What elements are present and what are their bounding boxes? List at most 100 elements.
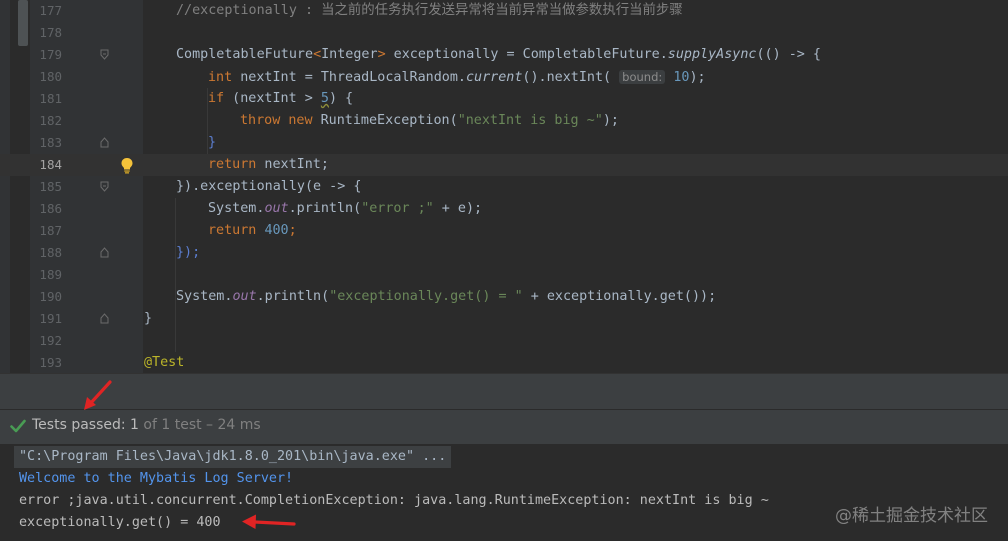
annotation-arrow-icon (242, 514, 296, 529)
code-line[interactable]: 177 //exceptionally : 当之前的任务执行发送异常将当前异常当… (0, 0, 1008, 22)
line-number: 192 (39, 333, 62, 348)
code-token: + e); (433, 201, 483, 216)
code-token: }); (176, 245, 201, 260)
fold-collapse-icon[interactable] (100, 49, 109, 60)
code-token: return (208, 157, 257, 172)
code-token: System. (176, 289, 233, 304)
code-token: > (377, 47, 386, 62)
code-token: } (144, 311, 153, 326)
line-number: 191 (39, 311, 62, 326)
code-line[interactable]: 181 if (nextInt > 5) { (0, 88, 1008, 110)
code-token: throw (240, 113, 281, 128)
code-token: ); (602, 113, 619, 128)
line-number: 188 (39, 245, 62, 260)
code-token: supplyAsync (667, 47, 757, 62)
line-number: 182 (39, 113, 62, 128)
panel-divider[interactable] (0, 373, 1008, 410)
parameter-hint: bound: (619, 70, 666, 84)
code-token: current (465, 70, 523, 85)
test-status-bar: Tests passed: 1 of 1 test – 24 ms (0, 409, 1008, 444)
test-status-detail: of 1 test – 24 ms (138, 417, 261, 433)
code-line[interactable]: 180 int nextInt = ThreadLocalRandom.curr… (0, 66, 1008, 88)
code-line[interactable]: 185 }).exceptionally(e -> { (0, 176, 1008, 198)
code-token: .println( (288, 201, 362, 216)
code-token: ); (689, 70, 706, 85)
code-line[interactable]: 178 (0, 22, 1008, 44)
code-token: CompletableFuture (176, 47, 314, 62)
code-token: new (288, 113, 313, 128)
code-token: ) { (328, 91, 354, 106)
line-number: 189 (39, 267, 62, 282)
code-token: } (208, 135, 217, 150)
line-number: 185 (39, 179, 62, 194)
code-token: exceptionally = CompletableFuture. (385, 47, 668, 62)
line-number: 177 (39, 3, 62, 18)
code-line[interactable]: 179 CompletableFuture<Integer> exception… (0, 44, 1008, 66)
line-number: 178 (39, 25, 62, 40)
code-token: RuntimeException( (312, 113, 458, 128)
test-status-count: 1 (130, 417, 139, 433)
code-token: System. (208, 201, 265, 216)
watermark: @稀土掘金技术社区 (835, 506, 988, 526)
code-line[interactable]: 183 } (0, 132, 1008, 154)
code-token: Integer (321, 47, 378, 62)
line-number: 180 (39, 69, 62, 84)
code-line-current[interactable]: 184 return nextInt; (0, 154, 1008, 176)
code-line[interactable]: 182 throw new RuntimeException("nextInt … (0, 110, 1008, 132)
code-token: < (313, 47, 322, 62)
line-number: 184 (39, 157, 62, 172)
code-token: }).exceptionally(e -> { (176, 179, 362, 194)
annotation-arrow-icon (84, 380, 112, 410)
code-comment: //exceptionally : 当之前的任务执行发送异常将当前异常当做参数执… (176, 3, 683, 18)
fold-collapse-icon[interactable] (100, 181, 109, 192)
line-number: 193 (39, 355, 62, 370)
console-line: exceptionally.get() = 400 (19, 515, 221, 530)
test-status-text: Tests passed: 1 of 1 test – 24 ms (32, 417, 261, 433)
code-line[interactable]: 192 (0, 330, 1008, 352)
code-token: (() -> { (756, 47, 821, 62)
console-command-line[interactable]: "C:\Program Files\Java\jdk1.8.0_201\bin\… (14, 446, 452, 468)
code-token: "exceptionally.get() = " (329, 289, 523, 304)
code-line[interactable]: 186 System.out.println("error ;" + e); (0, 198, 1008, 220)
code-token: (nextInt > (224, 91, 321, 106)
code-token: 5 (320, 91, 329, 106)
code-line[interactable]: 189 (0, 264, 1008, 286)
line-number: 179 (39, 47, 62, 62)
line-number: 186 (39, 201, 62, 216)
code-token: 400 (264, 223, 289, 238)
code-token: ().nextInt( (522, 70, 612, 85)
fold-end-icon[interactable] (100, 247, 109, 258)
code-token: nextInt = ThreadLocalRandom. (232, 70, 466, 85)
code-token: nextInt; (256, 157, 329, 172)
code-token: .println( (256, 289, 330, 304)
run-console[interactable]: "C:\Program Files\Java\jdk1.8.0_201\bin\… (0, 444, 1008, 541)
console-line: error ;java.util.concurrent.CompletionEx… (19, 493, 769, 508)
line-number: 187 (39, 223, 62, 238)
code-token: "error ;" (361, 201, 434, 216)
code-token: if (208, 91, 225, 106)
code-annotation: @Test (144, 355, 185, 370)
code-token: 10 (673, 70, 690, 85)
check-icon (10, 419, 26, 433)
code-line[interactable]: 187 return 400; (0, 220, 1008, 242)
code-line[interactable]: 191 } (0, 308, 1008, 330)
code-token: "nextInt is big ~" (457, 113, 603, 128)
code-editor[interactable]: 177 //exceptionally : 当之前的任务执行发送异常将当前异常当… (0, 0, 1008, 373)
lightbulb-icon[interactable] (120, 157, 134, 174)
line-number: 183 (39, 135, 62, 150)
console-line: Welcome to the Mybatis Log Server! (19, 471, 294, 486)
code-token: + exceptionally.get()); (522, 289, 717, 304)
code-line[interactable]: 190 System.out.println("exceptionally.ge… (0, 286, 1008, 308)
fold-end-icon[interactable] (100, 313, 109, 324)
code-token: out (232, 289, 257, 304)
code-token: int (208, 70, 233, 85)
line-number: 181 (39, 91, 62, 106)
code-line[interactable]: 193 @Test (0, 352, 1008, 373)
code-token: out (264, 201, 289, 216)
code-line[interactable]: 188 }); (0, 242, 1008, 264)
test-status-label: Tests passed: (32, 417, 131, 433)
code-token: ; (288, 223, 297, 238)
code-token: return (208, 223, 257, 238)
line-number: 190 (39, 289, 62, 304)
fold-end-icon[interactable] (100, 137, 109, 148)
